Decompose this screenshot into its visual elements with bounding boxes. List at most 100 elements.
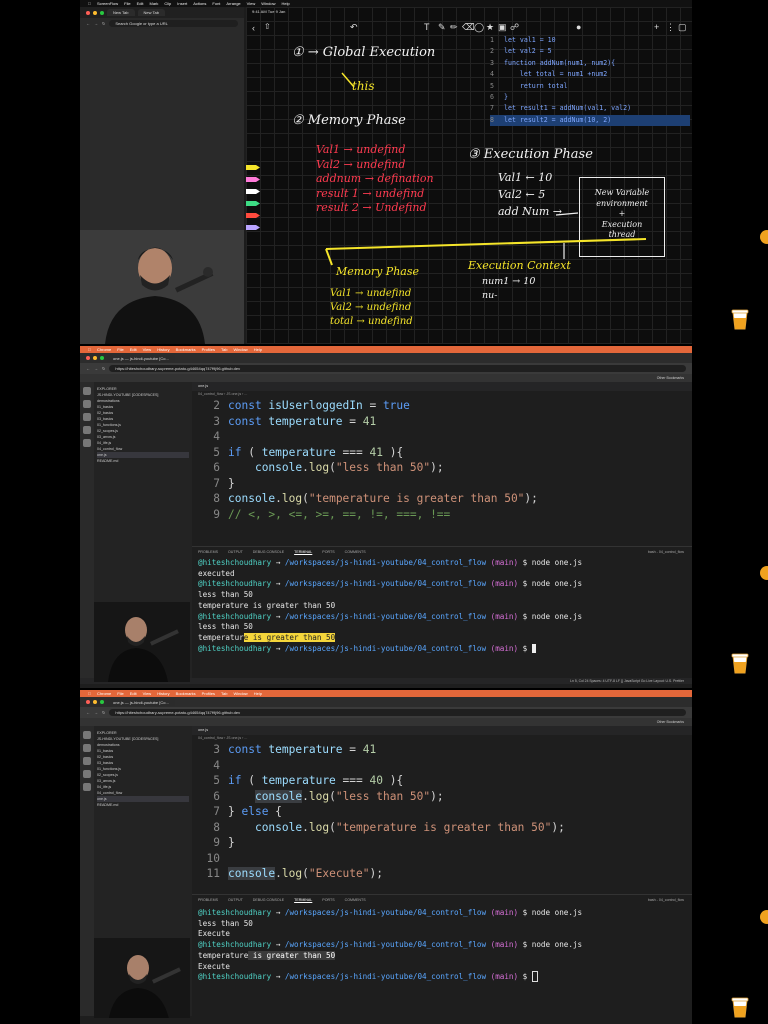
tab-problems[interactable]: PROBLEMS	[198, 898, 218, 902]
terminal-selector[interactable]: bash - 04_control_flow	[648, 550, 692, 554]
files-icon[interactable]	[83, 731, 91, 739]
source-control-icon[interactable]	[83, 413, 91, 421]
menu-profiles[interactable]: Profiles	[202, 347, 215, 352]
menu-app[interactable]: Chrome	[97, 347, 111, 352]
tab-comments[interactable]: COMMENTS	[345, 550, 366, 554]
terminal-line: @hiteshchoudhary → /workspaces/js-hindi-…	[198, 971, 692, 983]
menu-actions[interactable]: Actions	[193, 1, 206, 6]
tab-comments[interactable]: COMMENTS	[345, 898, 366, 902]
minimize-window-icon[interactable]	[93, 10, 97, 15]
source-control-icon[interactable]	[83, 757, 91, 765]
whiteboard-canvas[interactable]: 9:41 AM Tue 9 Jan ‹ ⇧ ↶ T ✎ ✏ ⌫ ◯ ★ ▣ ☍ …	[246, 7, 692, 344]
forward-icon[interactable]: →	[94, 21, 98, 26]
run-debug-icon[interactable]	[83, 426, 91, 434]
close-window-icon[interactable]	[86, 356, 90, 360]
editor-tab[interactable]: one.js	[192, 726, 692, 735]
back-icon[interactable]: ←	[86, 710, 90, 715]
tab-debug-console[interactable]: DEBUG CONSOLE	[253, 550, 284, 554]
apple-icon[interactable]: 	[88, 691, 91, 696]
back-icon[interactable]: ←	[86, 21, 90, 26]
explorer-item[interactable]: README.md	[97, 458, 189, 464]
bookmarks-bar[interactable]: Other Bookmarks	[80, 374, 692, 382]
reload-icon[interactable]: ↻	[102, 21, 105, 26]
reload-icon[interactable]: ↻	[102, 710, 105, 715]
minimize-window-icon[interactable]	[93, 700, 97, 704]
back-icon[interactable]: ←	[86, 366, 90, 371]
menu-edit[interactable]: Edit	[130, 691, 137, 696]
menu-window[interactable]: Window	[233, 691, 247, 696]
search-icon[interactable]	[83, 400, 91, 408]
terminal-selector[interactable]: bash - 04_control_flow	[648, 898, 692, 902]
menu-insert[interactable]: Insert	[177, 1, 187, 6]
extensions-icon[interactable]	[83, 783, 91, 791]
terminal[interactable]: @hiteshchoudhary → /workspaces/js-hindi-…	[192, 904, 692, 983]
menu-file[interactable]: File	[117, 691, 123, 696]
menu-app[interactable]: Chrome	[97, 691, 111, 696]
browser-tab[interactable]: one.js — js-hindi-youtube [Co...	[107, 698, 175, 706]
maximize-window-icon[interactable]	[100, 700, 104, 704]
breadcrumb[interactable]: 04_control_flow › JS one.js › ...	[192, 391, 692, 398]
menu-help[interactable]: Help	[282, 1, 290, 6]
menu-edit[interactable]: Edit	[137, 1, 144, 6]
editor-tab[interactable]: one.js	[192, 382, 692, 391]
tab-terminal[interactable]: TERMINAL	[294, 550, 312, 554]
close-window-icon[interactable]	[86, 700, 90, 704]
menu-mark[interactable]: Mark	[149, 1, 158, 6]
terminal[interactable]: @hiteshchoudhary → /workspaces/js-hindi-…	[192, 556, 692, 654]
address-input[interactable]: https://hiteshchoudhary-supreme-potato-g…	[109, 365, 686, 372]
bookmarks-bar[interactable]: Other Bookmarks	[80, 718, 692, 726]
apple-icon[interactable]: 	[88, 347, 91, 352]
browser-tab[interactable]: one.js — js-hindi-youtube [Co...	[107, 354, 175, 362]
menu-clip[interactable]: Clip	[164, 1, 171, 6]
breadcrumb[interactable]: 04_control_flow › JS one.js › ...	[192, 735, 692, 742]
menu-history[interactable]: History	[157, 347, 169, 352]
menu-font[interactable]: Font	[212, 1, 220, 6]
maximize-window-icon[interactable]	[100, 10, 104, 15]
run-debug-icon[interactable]	[83, 770, 91, 778]
tab-debug-console[interactable]: DEBUG CONSOLE	[253, 898, 284, 902]
menu-tab[interactable]: Tab	[221, 347, 227, 352]
search-icon[interactable]	[83, 744, 91, 752]
tab-terminal[interactable]: TERMINAL	[294, 898, 312, 902]
menu-arrange[interactable]: Arrange	[226, 1, 240, 6]
extensions-icon[interactable]	[83, 439, 91, 447]
context-line: num1 → 10	[482, 276, 536, 287]
menu-app[interactable]: ScreenFlow	[97, 1, 118, 6]
menu-window[interactable]: Window	[261, 1, 275, 6]
apple-icon[interactable]: 	[88, 1, 91, 6]
menu-view[interactable]: View	[247, 1, 256, 6]
forward-icon[interactable]: →	[94, 366, 98, 371]
files-icon[interactable]	[83, 387, 91, 395]
address-input[interactable]: https://hiteshchoudhary-supreme-potato-g…	[109, 709, 686, 716]
menu-file[interactable]: File	[124, 1, 130, 6]
tab-ports[interactable]: PORTS	[322, 898, 334, 902]
tab-problems[interactable]: PROBLEMS	[198, 550, 218, 554]
browser-tab[interactable]: New Tab	[137, 9, 165, 16]
code-editor[interactable]: 3 const temperature = 41 4 5 if ( temperat…	[192, 742, 692, 892]
minimize-window-icon[interactable]	[93, 356, 97, 360]
maximize-window-icon[interactable]	[100, 356, 104, 360]
menu-help[interactable]: Help	[254, 691, 262, 696]
menu-window[interactable]: Window	[233, 347, 247, 352]
tab-output[interactable]: OUTPUT	[228, 550, 243, 554]
terminal-line: @hiteshchoudhary → /workspaces/js-hindi-…	[198, 579, 583, 589]
tab-ports[interactable]: PORTS	[322, 550, 334, 554]
menu-edit[interactable]: Edit	[130, 347, 137, 352]
menu-view[interactable]: View	[143, 347, 152, 352]
menu-tab[interactable]: Tab	[221, 691, 227, 696]
menu-view[interactable]: View	[143, 691, 152, 696]
forward-icon[interactable]: →	[94, 710, 98, 715]
address-input[interactable]: Search Google or type a URL	[109, 19, 238, 27]
close-window-icon[interactable]	[86, 10, 90, 15]
menu-help[interactable]: Help	[254, 347, 262, 352]
explorer-item[interactable]: README.md	[97, 802, 189, 808]
reload-icon[interactable]: ↻	[102, 366, 105, 371]
menu-bookmarks[interactable]: Bookmarks	[176, 691, 196, 696]
menu-history[interactable]: History	[157, 691, 169, 696]
browser-tab[interactable]: New Tab	[107, 9, 135, 16]
menu-bookmarks[interactable]: Bookmarks	[176, 347, 196, 352]
menu-profiles[interactable]: Profiles	[202, 691, 215, 696]
menu-file[interactable]: File	[117, 347, 123, 352]
tab-output[interactable]: OUTPUT	[228, 898, 243, 902]
code-editor[interactable]: 2 const isUserloggedIn = true 3 const temp…	[192, 398, 692, 528]
